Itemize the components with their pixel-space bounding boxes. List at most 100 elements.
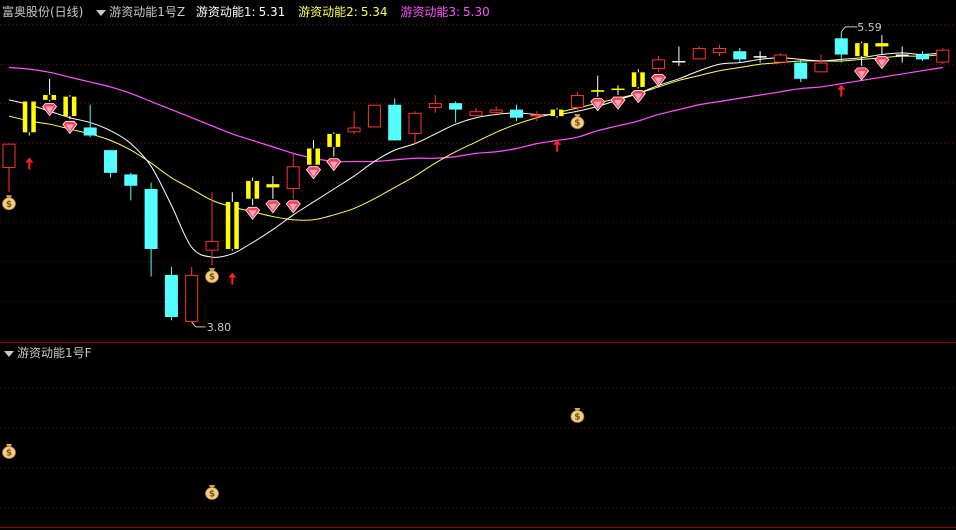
candle-body [104, 150, 117, 173]
diamond-icon [305, 166, 322, 180]
candle-body [286, 166, 300, 190]
line1-value: 5.31 [258, 5, 286, 19]
bag-symbol: $ [574, 119, 580, 129]
arrow-up-icon [837, 84, 846, 97]
money-bag-icon: $ [570, 408, 585, 423]
candle [63, 95, 77, 120]
candle [936, 48, 950, 65]
chevron-down-icon[interactable] [96, 9, 107, 16]
grid-lines [0, 24, 956, 528]
money-bag-icon: $ [2, 195, 16, 211]
line1-label: 游资动能1: [195, 5, 256, 19]
arrow-up-icon [228, 272, 237, 285]
candle-body [144, 189, 158, 249]
candle-body [510, 109, 523, 118]
candle [164, 266, 178, 321]
candle [570, 91, 584, 112]
sub-indicator-name[interactable]: 游资动能1号F [17, 346, 92, 360]
candle [246, 177, 260, 206]
stock-name: 富奥股份(日线) [2, 5, 84, 19]
candle [672, 46, 686, 66]
candle-body [692, 48, 706, 60]
line2-value: 5.34 [360, 5, 388, 19]
candle-body [489, 109, 503, 113]
bag-symbol: $ [6, 200, 12, 210]
candle-body-core [67, 96, 72, 117]
high-label-leader [840, 26, 858, 33]
candle-body [895, 54, 909, 57]
money-bag-icon: $ [205, 268, 219, 284]
candle [794, 59, 808, 83]
diamond-icon [610, 96, 626, 110]
candle [144, 182, 158, 277]
candle-body [449, 103, 463, 110]
candle-body-core [27, 101, 32, 133]
candle-body-core [859, 43, 864, 57]
candle-body [469, 111, 483, 117]
arrow-shape [25, 157, 34, 170]
candle-body [408, 112, 422, 134]
money-bag-icon: $ [570, 114, 585, 130]
candle [773, 52, 787, 63]
candle [753, 51, 767, 63]
candle [307, 140, 320, 165]
candle-body [611, 88, 625, 91]
candle-body [83, 127, 97, 136]
candle [550, 107, 564, 118]
candle-body-core [250, 180, 255, 199]
candle-body [388, 104, 402, 141]
candle [855, 41, 869, 66]
arrow-up-icon [553, 139, 562, 152]
candle [367, 104, 381, 128]
candle-body [428, 103, 442, 108]
diamond-icon [651, 73, 667, 87]
candle-body [570, 95, 584, 108]
candle [22, 101, 36, 136]
candle [347, 111, 361, 134]
arrow-shape [837, 84, 846, 97]
money-bag-icon: $ [205, 485, 219, 500]
line3-value: 5.30 [463, 5, 490, 19]
bag-symbol: $ [209, 273, 215, 283]
candle [489, 106, 503, 115]
price-labels: 5.59 3.80 [207, 21, 882, 334]
candle [266, 176, 280, 199]
candle-body [185, 274, 199, 322]
arrow-up-icon [25, 157, 34, 170]
low-label-leader [191, 321, 206, 328]
candle-body-core [311, 148, 316, 165]
arrow-shape [228, 272, 237, 285]
candle [834, 31, 848, 63]
stock-chart: $ $ $ 5.59 3.80 $ $ $ [0, 21, 956, 528]
candle-body [814, 62, 828, 73]
candle-body-core [555, 109, 560, 117]
candle [875, 35, 889, 55]
candle [408, 111, 422, 144]
candle [185, 266, 199, 322]
candle-body [834, 38, 848, 55]
diamond-icon [285, 200, 301, 214]
candle [713, 44, 726, 57]
candle-body [367, 104, 381, 128]
diamond-icon [590, 98, 606, 112]
candle-body [124, 174, 138, 186]
candle [916, 51, 929, 61]
candle [611, 85, 625, 96]
chevron-down-icon[interactable] [4, 350, 14, 357]
indicator-name[interactable]: 游资动能1号Z [109, 5, 185, 19]
sub-header: 游资动能1号F [0, 346, 95, 360]
candle-body-core [331, 133, 336, 147]
candle [286, 153, 300, 199]
candles [2, 31, 950, 322]
candle [631, 69, 645, 89]
main-header: 富奥股份(日线) 游资动能1号Z 游资动能1: 5.31 游资动能2: 5.34 游… [0, 5, 493, 19]
candle-body [591, 90, 605, 92]
candle [895, 46, 909, 63]
diamond-icon [854, 67, 870, 81]
candle [124, 172, 138, 201]
diamond-icon [62, 120, 78, 134]
diamond-icon [245, 206, 261, 220]
arrow-shape [553, 139, 562, 152]
candle [449, 101, 463, 123]
candle [388, 98, 402, 141]
